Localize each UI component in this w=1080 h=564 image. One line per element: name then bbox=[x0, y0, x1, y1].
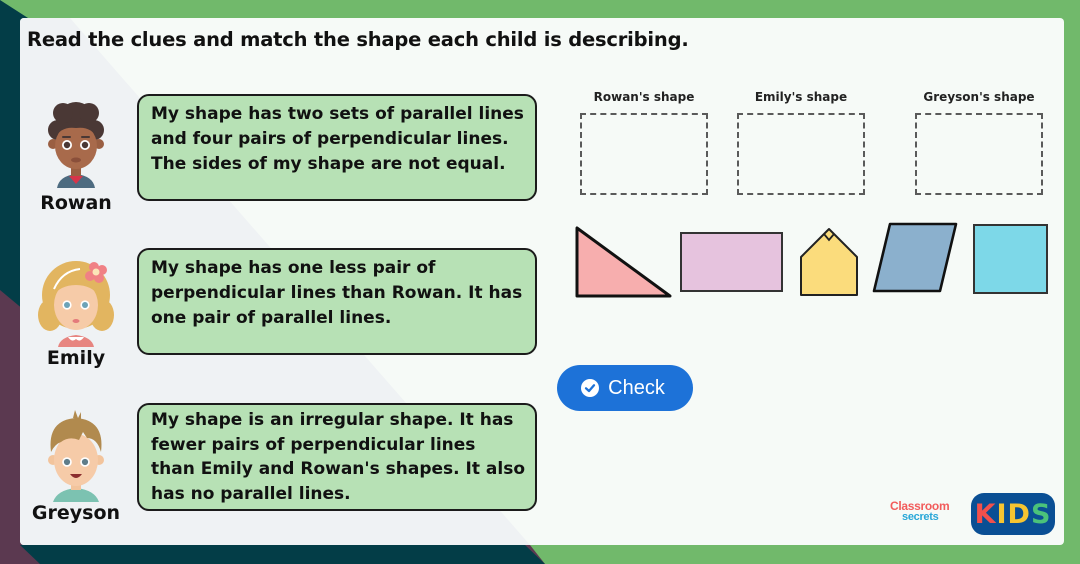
rowan-avatar bbox=[48, 102, 104, 188]
child-name: Rowan bbox=[40, 192, 112, 214]
kids-letter-k: K bbox=[974, 498, 997, 530]
slot-label-greyson: Greyson's shape bbox=[923, 90, 1035, 104]
kids-letter-i: I bbox=[996, 498, 1008, 530]
drop-slot-rowan[interactable] bbox=[580, 113, 708, 195]
drop-slot-greyson[interactable] bbox=[915, 113, 1043, 195]
logo-line-2: secrets bbox=[902, 511, 939, 523]
check-button[interactable]: Check bbox=[557, 365, 693, 411]
shape-right-triangle[interactable] bbox=[574, 225, 674, 299]
shape-square[interactable] bbox=[972, 223, 1050, 297]
slot-label-emily: Emily's shape bbox=[754, 90, 848, 104]
child-greyson: Greyson bbox=[28, 408, 124, 524]
activity-card: Read the clues and match the shape each … bbox=[20, 18, 1064, 545]
kids-letter-d: D bbox=[1007, 498, 1031, 530]
kids-logo: K I D S bbox=[971, 493, 1055, 535]
clue-bubble-rowan: My shape has two sets of parallel lines … bbox=[137, 94, 537, 201]
shape-irregular-pentagon[interactable] bbox=[799, 225, 861, 297]
child-name: Emily bbox=[46, 347, 106, 369]
shape-parallelogram[interactable] bbox=[871, 221, 959, 295]
child-emily: Emily bbox=[28, 253, 124, 369]
clue-bubble-emily: My shape has one less pair of perpendicu… bbox=[137, 248, 537, 355]
emily-avatar bbox=[38, 261, 114, 347]
clue-text: My shape has one less pair of perpendicu… bbox=[151, 258, 523, 328]
clue-text: My shape has two sets of parallel lines … bbox=[151, 104, 524, 174]
clue-bubble-greyson: My shape is an irregular shape. It has f… bbox=[137, 403, 537, 511]
kids-letter-s: S bbox=[1030, 498, 1052, 530]
check-button-label: Check bbox=[608, 376, 665, 399]
slot-label-rowan: Rowan's shape bbox=[593, 90, 695, 104]
child-rowan: Rowan bbox=[28, 96, 124, 214]
drop-slot-emily[interactable] bbox=[737, 113, 865, 195]
check-circle-icon bbox=[581, 379, 600, 397]
shape-rectangle[interactable] bbox=[679, 231, 785, 295]
instructions-title: Read the clues and match the shape each … bbox=[27, 28, 689, 51]
greyson-avatar bbox=[48, 410, 104, 502]
clue-text: My shape is an irregular shape. It has f… bbox=[151, 410, 526, 504]
child-name: Greyson bbox=[31, 502, 121, 524]
classroom-secrets-logo: Classroom secrets bbox=[890, 500, 966, 531]
